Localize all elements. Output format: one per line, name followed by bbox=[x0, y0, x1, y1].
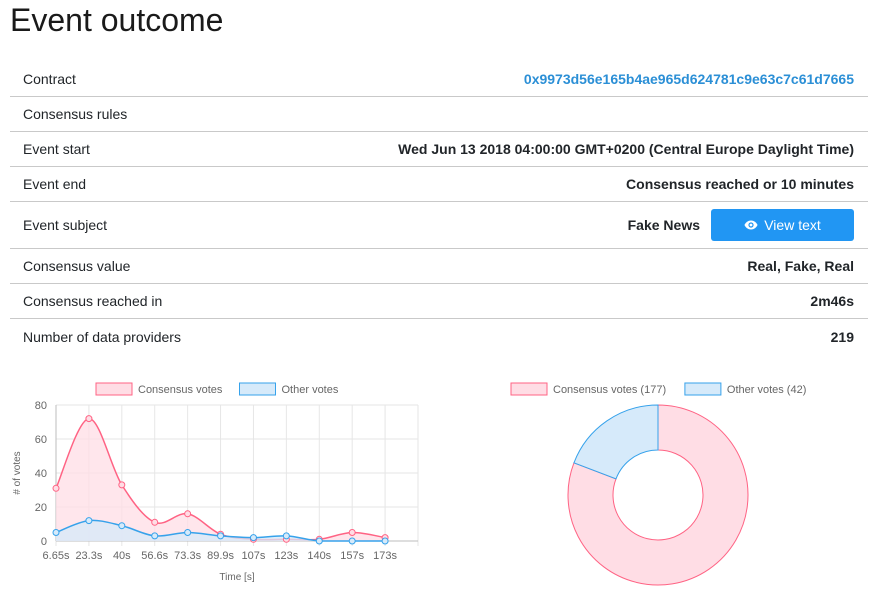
doughnut-legend: Consensus votes (177) Other votes (42) bbox=[510, 382, 806, 396]
row-contract: Contract 0x9973d56e165b4ae965d624781c9e6… bbox=[10, 62, 868, 97]
doughnut-legend-label-0: Consensus votes (177) bbox=[553, 384, 666, 396]
x-tick-label: 107s bbox=[242, 550, 266, 562]
y-tick-label: 20 bbox=[35, 502, 47, 514]
event-end-value: Consensus reached or 10 minutes bbox=[626, 176, 854, 192]
y-tick-label: 80 bbox=[35, 400, 47, 412]
data-point-0 bbox=[151, 518, 159, 526]
x-tick-label: 157s bbox=[340, 550, 364, 562]
data-point-0 bbox=[85, 415, 93, 423]
x-tick-label: 73.3s bbox=[174, 550, 201, 562]
x-tick-label: 89.9s bbox=[207, 550, 234, 562]
data-point-0 bbox=[184, 510, 192, 518]
legend-label-1: Other votes bbox=[282, 384, 339, 396]
data-point-1 bbox=[118, 522, 126, 530]
y-tick-label: 40 bbox=[35, 468, 47, 480]
data-point-0 bbox=[348, 529, 356, 536]
doughnut-legend-swatch-0 bbox=[510, 382, 548, 396]
consensus-value-value: Real, Fake, Real bbox=[747, 258, 854, 274]
votes-doughnut-svg: Consensus votes (177) Other votes (42) bbox=[510, 382, 806, 586]
data-point-1 bbox=[184, 529, 192, 536]
data-point-1 bbox=[217, 532, 225, 540]
event-end-label: Event end bbox=[23, 176, 87, 192]
doughnut-slice-1 bbox=[573, 404, 659, 480]
data-point-1 bbox=[151, 532, 159, 540]
chart-legend: Consensus votes Other votes bbox=[95, 382, 339, 396]
page-title: Event outcome bbox=[10, 2, 224, 38]
x-axis-title: Time [s] bbox=[219, 572, 254, 583]
y-axis-title: # of votes bbox=[12, 451, 23, 494]
x-tick-label: 6.65s bbox=[43, 550, 70, 562]
contract-address-link[interactable]: 0x9973d56e165b4ae965d624781c9e63c7c61d76… bbox=[524, 71, 854, 87]
data-point-1 bbox=[315, 537, 323, 545]
row-data-providers: Number of data providers 219 bbox=[10, 319, 868, 354]
x-tick-label: 23.3s bbox=[75, 550, 102, 562]
votes-over-time-chart: 0 20 40 60 80 6.65s 23.3s 40s 56.6s 73.3s 89.9s 107… bbox=[0, 376, 440, 595]
row-event-subject: Event subject Fake News View text bbox=[10, 202, 868, 249]
view-text-label: View text bbox=[764, 217, 821, 233]
x-tick-label: 40s bbox=[113, 550, 131, 562]
x-tick-label: 173s bbox=[373, 550, 397, 562]
data-point-1 bbox=[282, 532, 290, 540]
legend-swatch-0 bbox=[95, 382, 133, 396]
consensus-rules-label: Consensus rules bbox=[23, 106, 128, 122]
row-consensus-reached: Consensus reached in 2m46s bbox=[10, 284, 868, 319]
eye-icon bbox=[744, 220, 758, 230]
data-providers-label: Number of data providers bbox=[23, 328, 181, 345]
row-consensus-rules: Consensus rules bbox=[10, 97, 868, 132]
row-consensus-value: Consensus value Real, Fake, Real bbox=[10, 249, 868, 284]
doughnut-legend-label-1: Other votes (42) bbox=[727, 384, 806, 396]
data-point-1 bbox=[348, 537, 356, 545]
doughnut-legend-swatch-1 bbox=[684, 382, 722, 396]
votes-line-chart-svg: 0 20 40 60 80 6.65s 23.3s 40s 56.6s 73.3s 89.9s 107… bbox=[12, 382, 419, 583]
event-subject-label: Event subject bbox=[23, 217, 108, 233]
data-point-1 bbox=[381, 537, 389, 545]
event-subject-value: Fake News bbox=[627, 217, 700, 233]
row-event-end: Event end Consensus reached or 10 minute… bbox=[10, 167, 868, 202]
consensus-reached-label: Consensus reached in bbox=[23, 293, 163, 309]
row-event-start: Event start Wed Jun 13 2018 04:00:00 GMT… bbox=[10, 132, 868, 167]
contract-label: Contract bbox=[23, 71, 76, 87]
view-text-button[interactable]: View text bbox=[711, 209, 854, 241]
event-start-value: Wed Jun 13 2018 04:00:00 GMT+0200 (Centr… bbox=[398, 141, 854, 157]
x-tick-label: 140s bbox=[307, 550, 331, 562]
consensus-reached-value: 2m46s bbox=[810, 293, 854, 309]
data-point-1 bbox=[52, 529, 60, 536]
legend-swatch-1 bbox=[239, 382, 276, 396]
data-point-1 bbox=[249, 534, 257, 542]
event-subject-group: Fake News View text bbox=[628, 209, 854, 241]
votes-doughnut-chart: Consensus votes (177) Other votes (42) bbox=[480, 376, 882, 595]
y-tick-label: 0 bbox=[41, 536, 47, 548]
x-tick-label: 56.6s bbox=[141, 550, 168, 562]
event-start-label: Event start bbox=[23, 141, 90, 157]
data-providers-value: 219 bbox=[830, 328, 854, 345]
data-point-0 bbox=[52, 484, 60, 492]
consensus-value-label: Consensus value bbox=[23, 258, 131, 274]
x-tick-label: 123s bbox=[274, 550, 298, 562]
legend-label-0: Consensus votes bbox=[138, 384, 223, 396]
data-point-0 bbox=[118, 481, 126, 489]
details-table: Contract 0x9973d56e165b4ae965d624781c9e6… bbox=[10, 62, 868, 354]
y-tick-label: 60 bbox=[35, 434, 47, 446]
data-point-1 bbox=[85, 517, 93, 525]
